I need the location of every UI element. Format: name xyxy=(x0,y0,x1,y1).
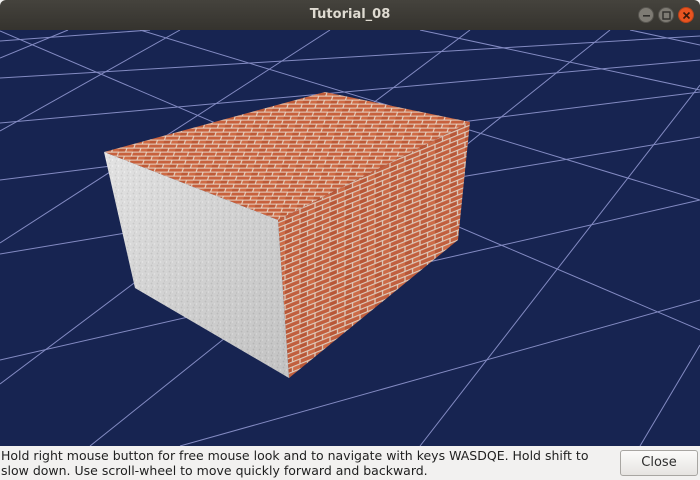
scene-render xyxy=(0,30,700,446)
maximize-button[interactable] xyxy=(658,7,674,23)
minimize-button[interactable] xyxy=(638,7,654,23)
window-titlebar[interactable]: Tutorial_08 xyxy=(0,0,700,30)
navigation-help-text: Hold right mouse button for free mouse l… xyxy=(1,448,589,478)
3d-viewport[interactable] xyxy=(0,30,700,446)
close-icon xyxy=(682,11,691,20)
footer-bar: Hold right mouse button for free mouse l… xyxy=(0,446,700,480)
textured-box xyxy=(104,92,470,378)
close-button[interactable]: Close xyxy=(620,450,698,476)
close-window-button[interactable] xyxy=(678,7,694,23)
minimize-icon xyxy=(643,15,650,17)
window-title: Tutorial_08 xyxy=(309,7,391,22)
maximize-icon xyxy=(662,11,671,20)
